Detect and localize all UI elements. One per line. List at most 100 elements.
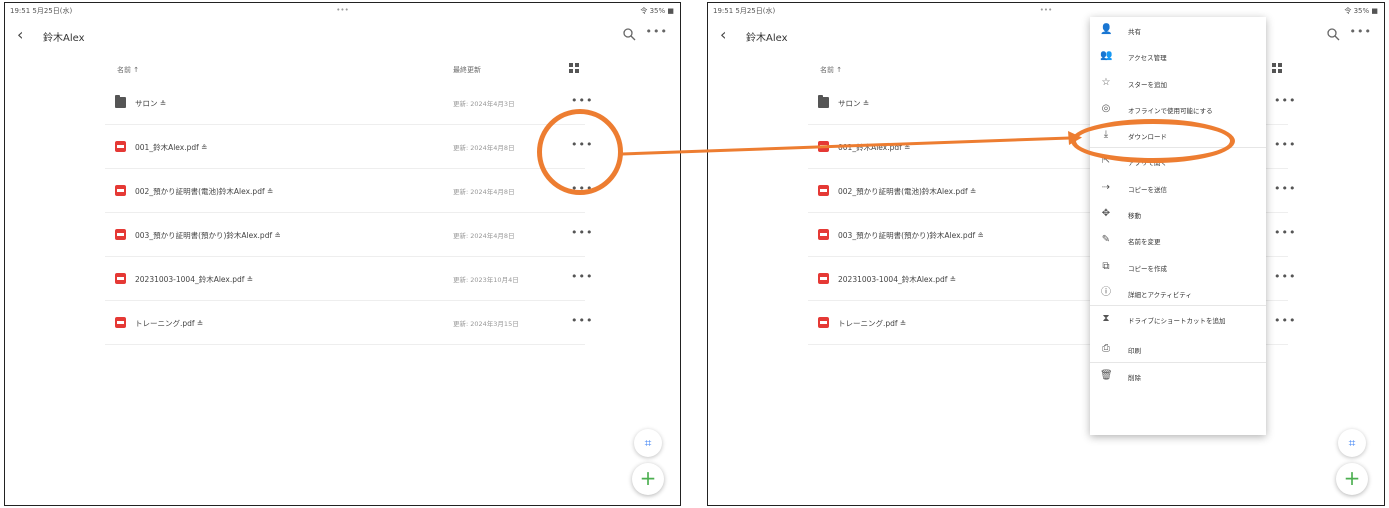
- more-options-icon[interactable]: •••: [1350, 25, 1372, 38]
- pdf-icon: [818, 229, 829, 240]
- menu-item-label: スターを追加: [1128, 80, 1167, 89]
- row-more-button[interactable]: •••: [1274, 182, 1296, 195]
- star-icon: ☆: [1101, 76, 1111, 88]
- menu-item-shortcut[interactable]: ⧗ ドライブにショートカットを追加: [1090, 306, 1266, 336]
- pdf-icon: [115, 229, 126, 240]
- menu-item-manage-access[interactable]: 👥 アクセス管理: [1090, 43, 1266, 69]
- menu-item-print[interactable]: ⎙ 印刷: [1090, 336, 1266, 363]
- grid-view-icon[interactable]: [569, 63, 579, 73]
- status-bar: 19:51 5月25日(水) ••• 令 35% ■: [708, 5, 1384, 17]
- file-name: 20231003-1004_鈴木Alex.pdf ≗: [838, 275, 957, 284]
- file-row[interactable]: 003_預かり証明書(預かり)鈴木Alex.pdf ≗ 更新: 2024年4月8日…: [105, 213, 592, 257]
- menu-item-label: 共有: [1128, 28, 1141, 36]
- copy-icon: ⧉: [1102, 260, 1110, 272]
- send-copy-icon: ⇢: [1101, 181, 1111, 193]
- menu-item-person-add[interactable]: 👤 共有: [1090, 17, 1266, 43]
- back-chevron-icon[interactable]: ‹: [720, 27, 726, 43]
- file-row[interactable]: トレーニング.pdf ≗ 更新: 2024年3月15日 •••: [105, 301, 592, 345]
- offline-icon: ◎: [1101, 102, 1111, 114]
- file-row[interactable]: サロン ≗ 更新: 2024年4月3日 •••: [105, 81, 592, 125]
- file-name: 003_預かり証明書(預かり)鈴木Alex.pdf ≗: [838, 231, 984, 240]
- modified-header[interactable]: 最終更新: [453, 65, 481, 75]
- status-time: 19:51 5月25日(水): [713, 7, 776, 15]
- grid-view-icon[interactable]: [1272, 63, 1282, 73]
- menu-item-copy[interactable]: ⧉ コピーを作成: [1090, 254, 1266, 280]
- file-modified: 更新: 2024年4月3日: [453, 100, 515, 108]
- menu-item-move[interactable]: ✥ 移動: [1090, 201, 1266, 227]
- status-battery: 令 35% ■: [640, 7, 674, 15]
- menu-item-label: コピーを送信: [1128, 185, 1167, 194]
- file-row[interactable]: 20231003-1004_鈴木Alex.pdf ≗ 更新: 2023年10月4日…: [105, 257, 592, 301]
- pdf-icon: [115, 273, 126, 284]
- menu-item-delete[interactable]: 🗑 削除: [1090, 363, 1266, 389]
- row-more-button[interactable]: •••: [1274, 314, 1296, 327]
- row-more-button[interactable]: •••: [571, 314, 593, 327]
- menu-item-label: アクセス管理: [1128, 54, 1167, 63]
- menu-item-rename[interactable]: ✎ 名前を変更: [1090, 227, 1266, 253]
- left-screenshot-panel: 19:51 5月25日(水) ••• 令 35% ■ ‹ 鈴木Alex ••• …: [4, 2, 681, 506]
- add-button[interactable]: +: [632, 463, 664, 495]
- menu-item-label: オフラインで使用可能にする: [1128, 106, 1213, 115]
- pdf-icon: [818, 273, 829, 284]
- menu-item-offline[interactable]: ◎ オフラインで使用可能にする: [1090, 96, 1266, 122]
- sort-name-header[interactable]: 名前 ↑: [820, 65, 842, 75]
- menu-item-label: 移動: [1128, 212, 1141, 221]
- file-modified: 更新: 2024年4月8日: [453, 188, 515, 196]
- list-header: 名前 ↑ 最終更新: [105, 55, 585, 81]
- file-name: 20231003-1004_鈴木Alex.pdf ≗: [135, 275, 254, 284]
- row-more-button[interactable]: •••: [571, 94, 593, 107]
- pdf-icon: [818, 185, 829, 196]
- sort-name-header[interactable]: 名前 ↑: [117, 65, 139, 75]
- rename-icon: ✎: [1101, 234, 1111, 246]
- file-row[interactable]: 002_預かり証明書(電池)鈴木Alex.pdf ≗更新: 2024年4月8日•…: [105, 169, 592, 213]
- pdf-icon: [115, 317, 126, 328]
- delete-icon: 🗑: [1100, 369, 1113, 381]
- scan-icon[interactable]: ⌗: [1338, 429, 1366, 457]
- file-modified: 更新: 2024年4月8日: [453, 232, 515, 240]
- row-more-button[interactable]: •••: [1274, 226, 1296, 239]
- move-icon: ✥: [1101, 208, 1111, 220]
- highlight-circle-more-button: [537, 109, 623, 195]
- menu-item-star[interactable]: ☆ スターを追加: [1090, 70, 1266, 96]
- row-more-button[interactable]: •••: [1274, 270, 1296, 283]
- search-icon[interactable]: [622, 27, 636, 41]
- file-name: トレーニング.pdf ≗: [135, 319, 204, 328]
- add-button[interactable]: +: [1336, 463, 1368, 495]
- manage-access-icon: 👥: [1100, 50, 1113, 62]
- top-bar: ‹ 鈴木Alex •••: [5, 21, 680, 51]
- row-more-button[interactable]: •••: [1274, 138, 1296, 151]
- file-name: 001_鈴木Alex.pdf ≗: [135, 143, 208, 152]
- annotation-arrow: [621, 131, 1082, 156]
- status-center: •••: [336, 6, 349, 14]
- file-name: 003_預かり証明書(預かり)鈴木Alex.pdf ≗: [135, 231, 281, 240]
- folder-icon: [115, 95, 126, 108]
- menu-item-send-copy[interactable]: ⇢ コピーを送信: [1090, 175, 1266, 201]
- highlight-circle-download: [1071, 119, 1235, 163]
- menu-item-label: ドライブにショートカットを追加: [1128, 317, 1226, 326]
- file-name: サロン ≗: [838, 99, 870, 108]
- folder-title: 鈴木Alex: [746, 33, 788, 44]
- file-name: サロン ≗: [135, 99, 167, 108]
- back-chevron-icon[interactable]: ‹: [17, 27, 23, 43]
- row-more-button[interactable]: •••: [571, 270, 593, 283]
- scan-icon[interactable]: ⌗: [634, 429, 662, 457]
- row-more-button[interactable]: •••: [1274, 94, 1296, 107]
- file-row[interactable]: 001_鈴木Alex.pdf ≗更新: 2024年4月8日•••: [105, 125, 592, 169]
- menu-item-label: コピーを作成: [1128, 264, 1167, 273]
- context-menu: 👤 共有 👥 アクセス管理 ☆ スターを追加 ◎ オフラインで使用可能にする ⤓ ダウンロード ⇱ ア…: [1090, 17, 1266, 435]
- pdf-icon: [818, 317, 829, 328]
- menu-item-label: 詳細とアクティビティ: [1128, 290, 1192, 299]
- menu-item-label: 名前を変更: [1128, 238, 1161, 247]
- print-icon: ⎙: [1102, 343, 1110, 355]
- file-modified: 更新: 2023年10月4日: [453, 276, 519, 284]
- more-options-icon[interactable]: •••: [646, 25, 668, 38]
- menu-item-label: 削除: [1128, 373, 1141, 382]
- folder-title: 鈴木Alex: [43, 33, 85, 44]
- menu-item-info[interactable]: ⓘ 詳細とアクティビティ: [1090, 280, 1266, 307]
- row-more-button[interactable]: •••: [571, 226, 593, 239]
- status-center: •••: [1039, 6, 1053, 14]
- search-icon[interactable]: [1326, 27, 1340, 41]
- info-icon: ⓘ: [1101, 286, 1111, 298]
- status-battery: 令 35% ■: [1344, 7, 1378, 15]
- person-add-icon: 👤: [1100, 24, 1113, 35]
